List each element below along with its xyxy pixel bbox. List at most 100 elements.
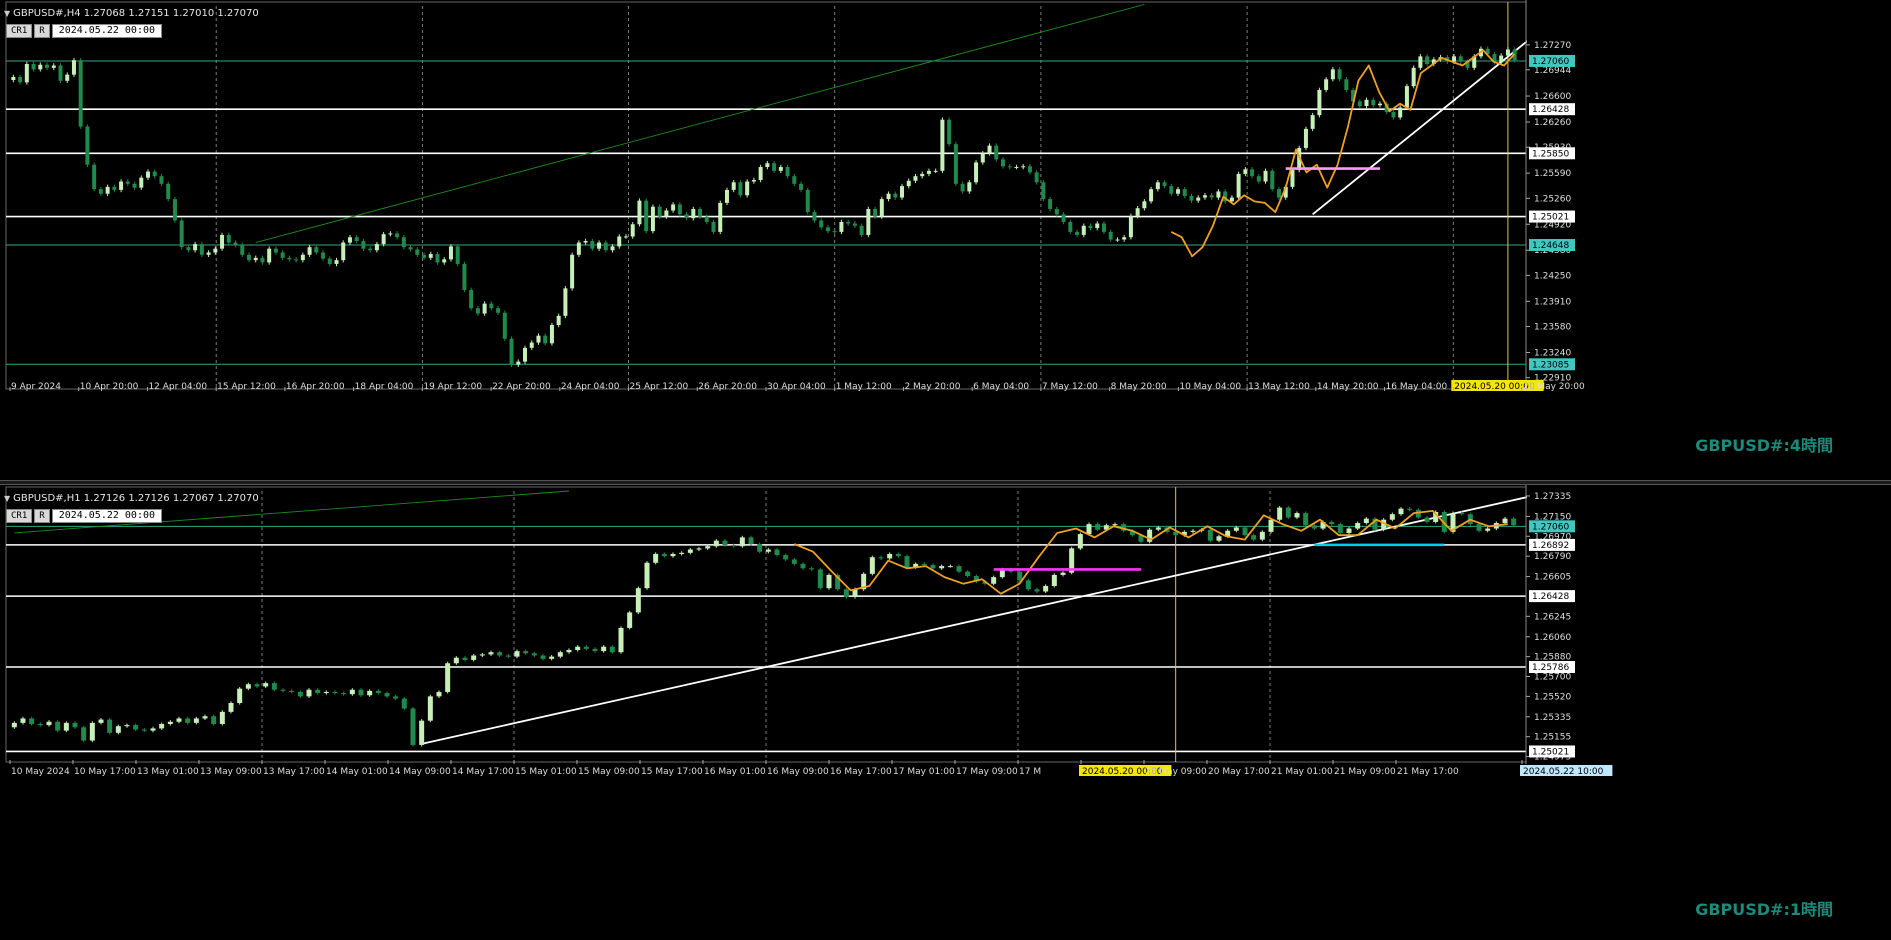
r-button[interactable]: R (34, 509, 50, 523)
h1-candle-body (705, 546, 711, 549)
h4-x-tick-label: 1 May 12:00 (836, 382, 892, 392)
h4-candle-body (947, 119, 952, 145)
cr1-button[interactable]: CR1 (6, 24, 33, 38)
h4-candle-body (1290, 170, 1295, 187)
h1-candle-body (410, 708, 416, 745)
h1-candle-body (211, 716, 217, 724)
h4-candle-body (38, 64, 43, 70)
h1-x-tick-label: 15 May 01:00 (515, 767, 577, 777)
h4-candle-body (1007, 166, 1012, 168)
h1-candle-body (1294, 513, 1300, 518)
h1-candle-body (107, 719, 113, 733)
h1-candle-body (1017, 571, 1023, 581)
h1-candle-body (1086, 524, 1092, 535)
cr1-button[interactable]: CR1 (6, 509, 33, 523)
h4-candle-body (590, 241, 595, 249)
h1-candle-body (202, 716, 208, 719)
h4-x-tick-label: 12 Apr 04:00 (148, 382, 207, 392)
collapse-triangle-icon[interactable]: ▼ (4, 9, 10, 18)
h4-candle-body (819, 220, 824, 228)
h4-candle-body (765, 163, 770, 168)
h1-candle-body (583, 646, 589, 649)
h1-candle-body (609, 646, 615, 653)
h1-chart-canvas[interactable]: 1.273351.271501.269701.267901.266051.262… (0, 485, 1891, 940)
h1-x-tick-label: 13 May 09:00 (200, 767, 262, 777)
h4-y-tick-label: 1.27270 (1534, 41, 1571, 51)
h4-candle-body (206, 252, 211, 255)
h4-candle-body (617, 236, 622, 247)
h1-x-tick-label: 14 May 01:00 (326, 767, 388, 777)
h1-candle-body (306, 689, 312, 697)
h1-candle-body (1077, 534, 1083, 549)
h1-candle-body (887, 553, 893, 559)
h4-candle-body (395, 233, 400, 238)
h4-candle-body (778, 167, 783, 171)
h4-candle-body (637, 200, 642, 225)
h4-candle-body (805, 189, 810, 213)
h1-x-tick-label: 13 May 01:00 (137, 767, 199, 777)
h1-candle-body (627, 612, 633, 628)
h1-candle-body (800, 563, 806, 569)
h1-candle-body (254, 684, 260, 687)
h4-candle-body (186, 247, 191, 251)
h4-candle-body (1371, 99, 1376, 106)
h4-candle-body (220, 234, 225, 249)
h1-candle-body (601, 646, 607, 652)
h4-candle-body (1176, 189, 1181, 194)
h4-price-axis-bg (1527, 0, 1891, 480)
h1-candle-body (98, 719, 104, 723)
h4-candle-body (570, 254, 575, 289)
h1-x-tick-label: 2024.05.22 10:00 (1523, 767, 1604, 777)
h4-candle-body (1398, 107, 1403, 118)
h4-date-input[interactable]: 2024.05.22 00:00 (51, 24, 163, 38)
h1-date-input[interactable]: 2024.05.22 00:00 (51, 509, 163, 523)
h4-chart-canvas[interactable]: 1.272701.269441.266001.262601.259301.255… (0, 0, 1891, 480)
h4-candle-body (644, 200, 649, 232)
h1-x-tick-label: 20 May 09:00 (1145, 767, 1207, 777)
h4-candle-body (852, 223, 857, 226)
h4-candle-body (900, 186, 905, 198)
h1-candle-body (1476, 524, 1482, 531)
h4-candle-body (994, 145, 999, 160)
r-button[interactable]: R (34, 24, 50, 38)
h4-candle-body (920, 173, 925, 177)
h4-chart-panel[interactable]: 1.272701.269441.266001.262601.259301.255… (0, 0, 1891, 480)
collapse-triangle-icon[interactable]: ▼ (4, 494, 10, 503)
h4-candle-body (1189, 196, 1194, 201)
h1-chart-panel[interactable]: 1.27335 1.27150 1.26970 1.26790 1.26605 1.262… (0, 485, 1891, 940)
h1-candle-body (635, 588, 641, 613)
h1-candle-body (219, 711, 225, 724)
h4-x-tick-label: 14 May 20:00 (1317, 382, 1379, 392)
h4-candle-body (1122, 237, 1127, 240)
h1-candle-body (271, 683, 277, 690)
h4-candle-body (489, 303, 494, 309)
h4-candle-body (839, 221, 844, 232)
h1-candle-body (393, 696, 399, 699)
h4-candle-body (496, 308, 501, 313)
h4-candle-body (893, 193, 898, 198)
h4-candle-body (1303, 128, 1308, 148)
h1-y-tick-label: 1.26605 (1534, 573, 1571, 583)
h1-x-tick-label: 13 May 17:00 (263, 767, 325, 777)
h1-x-tick-label: 17 May 09:00 (956, 767, 1018, 777)
h1-candle-body (427, 696, 433, 721)
h4-candle-body (745, 181, 750, 196)
h4-x-tick-label: 2 May 20:00 (904, 382, 960, 392)
h1-candle-body (237, 688, 243, 703)
h4-candle-body (1162, 182, 1167, 187)
h4-candle-body (1229, 197, 1234, 202)
h4-candle-body (422, 254, 427, 258)
h4-candle-body (987, 145, 992, 154)
h1-candle-body (1242, 527, 1248, 536)
h4-candle-body (1344, 79, 1349, 90)
h4-candle-body (523, 347, 528, 362)
h1-candle-body (713, 540, 719, 547)
h4-candle-body (1324, 79, 1329, 90)
h1-candle-body (843, 589, 849, 597)
h4-candle-body (650, 206, 655, 232)
h4-candle-body (502, 312, 507, 339)
h4-x-tick-label: 8 May 20:00 (1111, 382, 1167, 392)
h1-candle-body (358, 689, 364, 696)
h1-x-tick-label: 21 May 01:00 (1271, 767, 1333, 777)
h4-y-tick-label: 1.25590 (1534, 169, 1571, 179)
